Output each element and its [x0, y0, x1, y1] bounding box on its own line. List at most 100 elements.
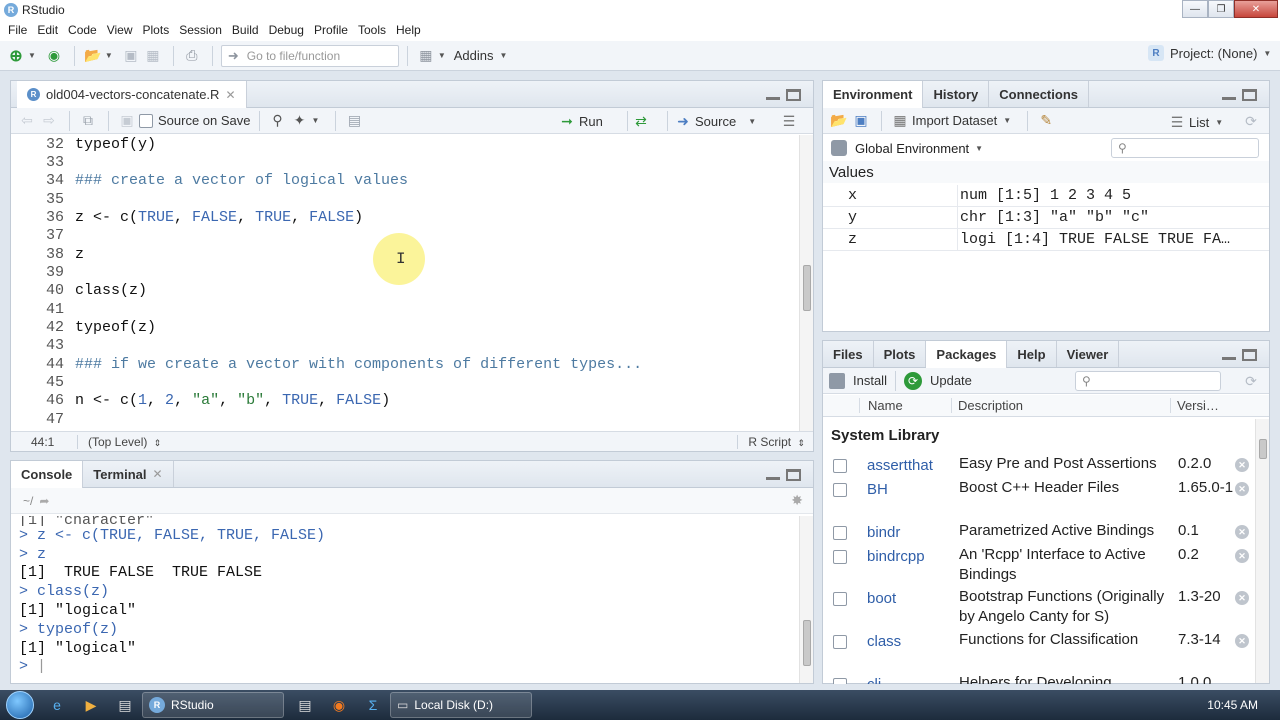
- load-workspace-icon[interactable]: 📂: [829, 110, 849, 132]
- save-workspace-icon[interactable]: ▣: [851, 110, 871, 132]
- menu-debug[interactable]: Debug: [264, 20, 309, 41]
- package-name-link[interactable]: cli: [867, 673, 959, 684]
- goto-file-function-input[interactable]: ➜ Go to file/function: [220, 44, 399, 67]
- tab-terminal[interactable]: Terminal ✕: [83, 461, 174, 487]
- notepad-icon[interactable]: ▤: [294, 694, 316, 716]
- table-row[interactable]: y chr [1:3] "a" "b" "c": [823, 206, 1269, 229]
- maximize-pane-icon[interactable]: [786, 469, 801, 481]
- editor-scrollbar[interactable]: [799, 135, 813, 431]
- remove-package-icon[interactable]: ✕: [1235, 634, 1249, 648]
- maximize-pane-icon[interactable]: [1242, 89, 1257, 101]
- package-name-link[interactable]: class: [867, 630, 959, 650]
- update-button[interactable]: ⟳ Update: [903, 371, 972, 390]
- print-icon[interactable]: ⎙: [182, 45, 202, 67]
- import-dataset-button[interactable]: Import Dataset: [912, 113, 997, 128]
- file-type-selector[interactable]: R Script ⇕: [737, 434, 805, 449]
- close-icon[interactable]: ✕: [225, 88, 235, 102]
- go-to-directory-icon[interactable]: ➦: [39, 494, 49, 508]
- chevron-down-icon[interactable]: ▼: [975, 144, 983, 153]
- package-checkbox[interactable]: [833, 635, 847, 650]
- firefox-icon[interactable]: ◉: [328, 694, 350, 716]
- environment-scope-selector[interactable]: Global Environment: [855, 141, 969, 156]
- maximize-pane-icon[interactable]: [1242, 349, 1257, 361]
- column-description[interactable]: Description: [951, 398, 1170, 413]
- tab-packages[interactable]: Packages: [926, 341, 1008, 368]
- addins-menu[interactable]: Addins: [454, 48, 494, 63]
- minimize-pane-icon[interactable]: [766, 477, 780, 480]
- taskbar-rstudio-button[interactable]: R RStudio: [142, 692, 284, 718]
- remove-package-icon[interactable]: ✕: [1235, 458, 1249, 472]
- tab-environment[interactable]: Environment: [823, 81, 924, 108]
- document-icon[interactable]: ▤: [114, 694, 136, 716]
- chevron-down-icon[interactable]: ▼: [1003, 116, 1011, 125]
- project-menu[interactable]: R Project: (None) ▼: [1148, 45, 1279, 61]
- menu-help[interactable]: Help: [391, 20, 426, 41]
- console-output[interactable]: [1] "character" > z <- c(TRUE, FALSE, TR…: [11, 516, 799, 683]
- tab-plots[interactable]: Plots: [874, 341, 927, 367]
- notebook-icon[interactable]: ▤: [344, 110, 364, 132]
- start-button[interactable]: [0, 690, 40, 720]
- clear-console-icon[interactable]: ✸: [791, 492, 803, 509]
- package-name-link[interactable]: BH: [867, 478, 959, 498]
- forward-arrow-icon[interactable]: ⇨: [39, 110, 59, 132]
- minimize-pane-icon[interactable]: [1222, 357, 1236, 360]
- grid-layout-icon[interactable]: ▦: [416, 45, 436, 67]
- scrollbar-thumb[interactable]: [803, 620, 811, 666]
- tab-help[interactable]: Help: [1007, 341, 1057, 367]
- environment-search-input[interactable]: ⚲: [1111, 138, 1259, 158]
- save-icon[interactable]: ▣: [117, 110, 137, 132]
- table-row[interactable]: z logi [1:4] TRUE FALSE TRUE FA…: [823, 228, 1269, 251]
- source-button[interactable]: ➜ Source ▼: [673, 110, 764, 132]
- menu-view[interactable]: View: [102, 20, 138, 41]
- menu-tools[interactable]: Tools: [353, 20, 391, 41]
- new-project-icon[interactable]: ◉: [44, 45, 64, 67]
- close-icon[interactable]: ✕: [153, 467, 163, 481]
- package-name-link[interactable]: assertthat: [867, 454, 959, 474]
- save-icon[interactable]: ▣: [121, 45, 141, 67]
- internet-explorer-icon[interactable]: e: [46, 694, 68, 716]
- minimize-window-button[interactable]: —: [1182, 0, 1208, 18]
- maximize-pane-icon[interactable]: [786, 89, 801, 101]
- scrollbar-thumb[interactable]: [1259, 439, 1267, 459]
- menu-code[interactable]: Code: [63, 20, 102, 41]
- packages-search-input[interactable]: ⚲: [1075, 371, 1221, 391]
- show-in-window-icon[interactable]: ⧉: [78, 110, 98, 132]
- remove-package-icon[interactable]: ✕: [1235, 525, 1249, 539]
- chevron-down-icon[interactable]: ▼: [28, 51, 36, 60]
- menu-build[interactable]: Build: [227, 20, 264, 41]
- view-mode-selector[interactable]: ☰ List ▼: [1167, 111, 1231, 133]
- menu-edit[interactable]: Edit: [32, 20, 63, 41]
- package-checkbox[interactable]: [833, 483, 847, 498]
- outline-icon[interactable]: ☰: [779, 110, 799, 132]
- back-arrow-icon[interactable]: ⇦: [17, 110, 37, 132]
- package-name-link[interactable]: boot: [867, 587, 959, 607]
- column-version[interactable]: Versi…: [1170, 398, 1227, 413]
- menu-profile[interactable]: Profile: [309, 20, 353, 41]
- chevron-down-icon[interactable]: ▼: [312, 116, 320, 125]
- code-editor[interactable]: 32 typeof(y) 33 34 ### create a vector of …: [11, 135, 799, 511]
- package-checkbox[interactable]: [833, 526, 847, 541]
- scrollbar-thumb[interactable]: [803, 265, 811, 311]
- search-icon[interactable]: ⚲: [268, 110, 288, 132]
- package-checkbox[interactable]: [833, 459, 847, 474]
- minimize-pane-icon[interactable]: [766, 97, 780, 100]
- chevron-down-icon[interactable]: ▼: [438, 51, 446, 60]
- menu-session[interactable]: Session: [174, 20, 227, 41]
- chevron-down-icon[interactable]: ▼: [500, 51, 508, 60]
- refresh-icon[interactable]: ⟳: [1241, 370, 1261, 392]
- open-file-icon[interactable]: 📂: [83, 45, 103, 67]
- tab-console[interactable]: Console: [11, 461, 84, 488]
- menu-file[interactable]: File: [3, 20, 32, 41]
- package-checkbox[interactable]: [833, 678, 847, 684]
- taskbar-explorer-button[interactable]: ▭ Local Disk (D:): [390, 692, 532, 718]
- source-on-save-checkbox[interactable]: [139, 113, 153, 128]
- packages-scrollbar[interactable]: [1255, 419, 1269, 683]
- broom-icon[interactable]: ✎: [1036, 110, 1056, 132]
- package-name-link[interactable]: bindrcpp: [867, 545, 959, 565]
- chevron-down-icon[interactable]: ▼: [105, 51, 113, 60]
- console-scrollbar[interactable]: [799, 516, 813, 683]
- close-window-button[interactable]: ✕: [1234, 0, 1278, 18]
- maximize-window-button[interactable]: ❐: [1208, 0, 1234, 18]
- tab-editor-file[interactable]: R old004-vectors-concatenate.R ✕: [17, 81, 247, 108]
- package-name-link[interactable]: bindr: [867, 521, 959, 541]
